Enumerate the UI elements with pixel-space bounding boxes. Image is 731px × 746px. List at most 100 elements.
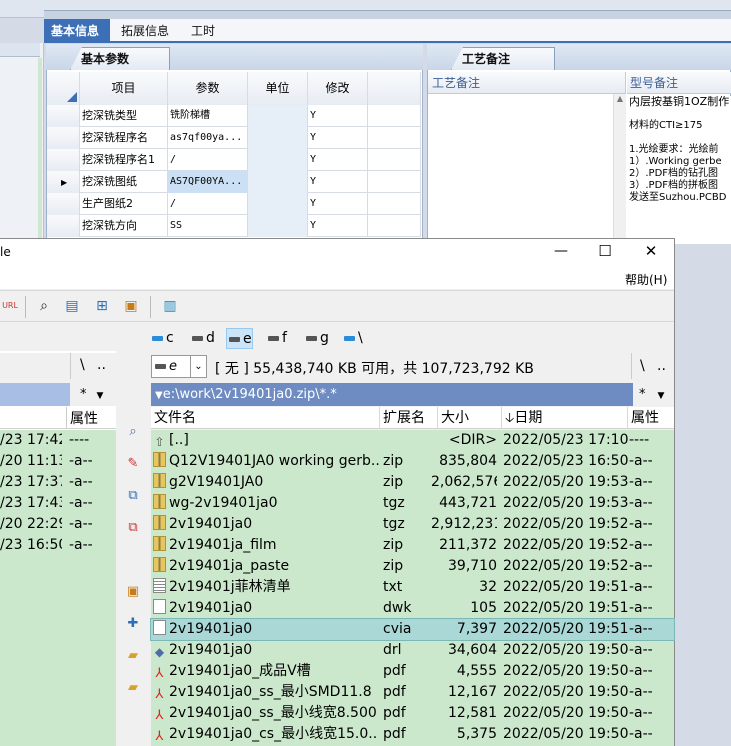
drive-button-g[interactable]: g	[304, 328, 329, 349]
copy-file-icon[interactable]: ⧉	[125, 488, 141, 504]
window-titlebar[interactable]: le — ☐ ✕	[0, 239, 674, 269]
grid-corner[interactable]	[47, 72, 80, 105]
grid-cell-item[interactable]: 生产图纸2	[80, 193, 168, 215]
left-file-row[interactable]: /23 17:37 -a--	[0, 472, 116, 493]
left-filter[interactable]: * ▼	[70, 383, 116, 406]
header-filename[interactable]: 文件名	[151, 407, 380, 429]
close-button[interactable]: ✕	[636, 242, 666, 260]
file-row[interactable]: Q12V19401JA0 working gerb.. zip 835,804 202…	[151, 451, 674, 472]
grid-cell-unit[interactable]	[248, 127, 308, 149]
file-row[interactable]: ◆ 2v19401ja0 drl 34,604 2022/05/20 19:50 -a--	[151, 640, 674, 661]
params-grid-row[interactable]: 挖深铣程序名 as7qf00ya... Y	[47, 127, 421, 149]
left-nav-root[interactable]: \	[80, 357, 85, 373]
url-icon[interactable]: URL	[0, 296, 20, 316]
right-filter[interactable]: * ▼	[633, 383, 674, 406]
tab-extended-info[interactable]: 拓展信息	[114, 19, 182, 43]
file-row[interactable]: ⅄ 2v19401ja0_ss_最小SMD11.8 pdf 12,167 2022/05…	[151, 682, 674, 703]
file-row[interactable]: 2v19401ja_paste zip 39,710 2022/05/20 19:52…	[151, 556, 674, 577]
grid-header-modify[interactable]: 修改	[308, 72, 368, 105]
find-files-icon[interactable]: ⌕	[34, 296, 54, 316]
drive-button-root[interactable]: \	[342, 328, 363, 349]
grid-cell-unit[interactable]	[248, 105, 308, 127]
grid-cell-param[interactable]: AS7QF00YA...	[168, 171, 248, 193]
params-grid-row[interactable]: 挖深铣类型 铣阶梯槽 Y	[47, 105, 421, 127]
file-row[interactable]: 2v19401ja0 dwk 105 2022/05/20 19:51 -a--	[151, 598, 674, 619]
drive-button-d[interactable]: d	[190, 328, 215, 349]
header-extension[interactable]: 扩展名	[380, 407, 438, 429]
process-remark-header[interactable]: 工艺备注	[428, 72, 626, 94]
compare-icon[interactable]: ▣	[121, 296, 141, 316]
scroll-up-arrow[interactable]: ▲	[614, 94, 626, 103]
grid-cell-unit[interactable]	[248, 193, 308, 215]
file-row[interactable]: ⅄ 2v19401ja0_cs_最小线宽15.0.. pdf 5,375 2022/05…	[151, 724, 674, 745]
menu-help[interactable]: 帮助(H)	[625, 271, 667, 288]
right-path-bar[interactable]: ▼e:\work\2v19401ja0.zip\*.*	[151, 383, 633, 406]
grid-cell-modify[interactable]: Y	[308, 149, 368, 171]
file-row[interactable]: 2v19401j菲林清单 txt 32 2022/05/20 19:51 -a--	[151, 577, 674, 598]
new-folder-icon[interactable]: ▰	[125, 648, 141, 664]
bg-app-splitter[interactable]	[44, 10, 731, 19]
maximize-button[interactable]: ☐	[590, 242, 620, 260]
grid-cell-param[interactable]: /	[168, 193, 248, 215]
grid-cell-unit[interactable]	[248, 149, 308, 171]
model-remark-header[interactable]: 型号备注	[627, 72, 731, 94]
header-date[interactable]: 🡣日期	[502, 407, 628, 429]
edit-file-icon[interactable]: ✎	[125, 456, 141, 472]
params-grid-row[interactable]: 挖深铣方向 SS Y	[47, 215, 421, 237]
multi-rename-icon[interactable]: ▤	[62, 296, 82, 316]
params-grid-row[interactable]: ▶ 挖深铣图纸 AS7QF00YA... Y	[47, 171, 421, 193]
minimize-button[interactable]: —	[546, 243, 576, 259]
grid-cell-item[interactable]: 挖深铣程序名1	[80, 149, 168, 171]
tab-basic-params[interactable]: 基本参数	[70, 47, 170, 70]
new-file-icon[interactable]: ✚	[125, 616, 141, 632]
drive-select[interactable]: e ⌄	[151, 355, 207, 378]
file-row[interactable]: g2V19401JA0 zip 2,062,576 2022/05/20 19:53-…	[151, 472, 674, 493]
grid-header-unit[interactable]: 单位	[248, 72, 308, 105]
remark-scrollbar[interactable]: ▲	[613, 94, 626, 244]
header-size[interactable]: 大小	[438, 407, 502, 429]
file-row[interactable]: 2v19401ja_film zip 211,372 2022/05/20 19:52…	[151, 535, 674, 556]
params-grid-row[interactable]: 生产图纸2/ Y	[47, 193, 421, 215]
drive-button-e[interactable]: e	[226, 328, 253, 349]
grid-cell-modify[interactable]: Y	[308, 127, 368, 149]
move-file-icon[interactable]: ⧉	[125, 520, 141, 536]
grid-cell-unit[interactable]	[248, 171, 308, 193]
view-file-icon[interactable]: ⌕	[125, 424, 141, 440]
grid-cell-item[interactable]: 挖深铣图纸	[80, 171, 168, 193]
left-path-bar[interactable]	[0, 383, 70, 406]
sync-dirs-icon[interactable]: ⊞	[92, 296, 112, 316]
left-file-row[interactable]: /20 11:13 -a--	[0, 451, 116, 472]
grid-cell-param[interactable]: /	[168, 149, 248, 171]
grid-cell-item[interactable]: 挖深铣方向	[80, 215, 168, 237]
tab-work-hours[interactable]: 工时	[184, 19, 228, 43]
left-file-row[interactable]: /20 22:29 -a--	[0, 514, 116, 535]
pack-files-icon[interactable]: ▣	[125, 584, 141, 600]
left-header-attr[interactable]: 属性	[70, 408, 98, 428]
left-nav-up[interactable]: ..	[97, 357, 106, 373]
grid-cell-item[interactable]: 挖深铣程序名	[80, 127, 168, 149]
grid-cell-item[interactable]: 挖深铣类型	[80, 105, 168, 127]
file-row[interactable]: ⇧ [..] <DIR> 2022/05/23 17:10 ----	[151, 430, 674, 451]
params-grid-row[interactable]: 挖深铣程序名1/ Y	[47, 149, 421, 171]
right-nav-root[interactable]: \	[640, 358, 645, 374]
drive-button-c[interactable]: c	[150, 328, 174, 349]
header-attr[interactable]: 属性	[628, 407, 674, 429]
file-row[interactable]: 2v19401ja0 cvia 7,397 2022/05/20 19:51 -a--	[150, 618, 675, 641]
grid-cell-param[interactable]: SS	[168, 215, 248, 237]
left-file-row[interactable]: /23 17:42 ----	[0, 430, 116, 451]
grid-cell-modify[interactable]: Y	[308, 171, 368, 193]
notepad-icon[interactable]: ▥	[160, 296, 180, 316]
grid-cell-param[interactable]: as7qf00ya...	[168, 127, 248, 149]
right-nav-up[interactable]: ..	[657, 358, 666, 374]
left-file-row[interactable]: /23 17:43 -a--	[0, 493, 116, 514]
left-file-row[interactable]: /23 16:50 -a--	[0, 535, 116, 556]
tab-process-remarks[interactable]: 工艺备注	[451, 47, 555, 70]
file-row[interactable]: ⅄ 2v19401ja0_ss_最小线宽8.500 pdf 12,581 2022/05…	[151, 703, 674, 724]
folder-icon[interactable]: ▰	[125, 680, 141, 696]
grid-cell-param[interactable]: 铣阶梯槽	[168, 105, 248, 127]
grid-cell-unit[interactable]	[248, 215, 308, 237]
grid-cell-modify[interactable]: Y	[308, 105, 368, 127]
grid-cell-modify[interactable]: Y	[308, 193, 368, 215]
file-row[interactable]: ⅄ 2v19401ja0_成品V槽 pdf 4,555 2022/05/20 19:50…	[151, 661, 674, 682]
tab-basic-info[interactable]: 基本信息	[44, 19, 110, 43]
